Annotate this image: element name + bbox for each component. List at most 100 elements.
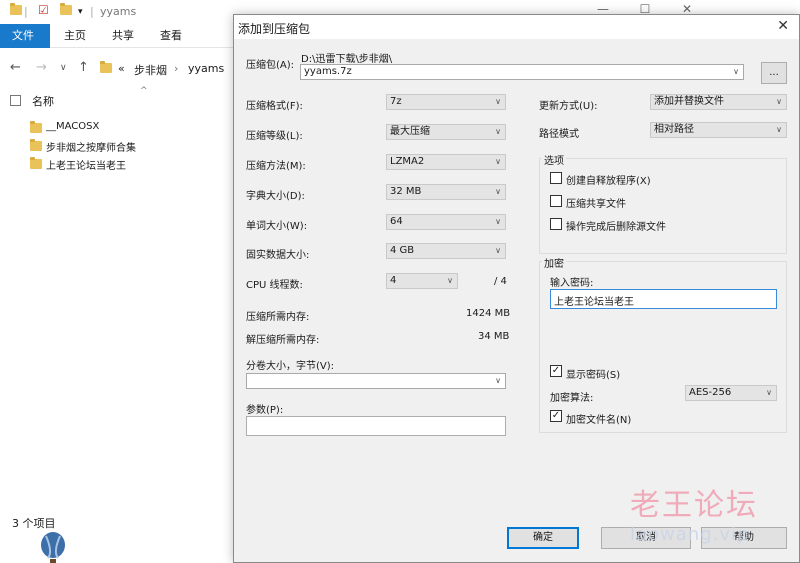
cpu-threads-total: / 4 [494,276,507,287]
password-label: 输入密码: [550,278,594,289]
show-password-label[interactable]: 显示密码(S) [566,366,620,381]
chevron-down-icon: ∨ [495,97,501,106]
folder-icon [30,121,42,133]
ok-button[interactable]: 确定 [507,527,579,549]
cpu-threads-label: CPU 线程数: [246,280,303,291]
solid-size-select[interactable]: 4 GB ∨ [386,243,506,259]
password-input[interactable]: 上老王论坛当老王 [550,289,777,309]
folder-icon [10,3,22,18]
address-folder-icon [100,61,112,76]
split-size-label: 分卷大小，字节(V): [246,361,335,372]
cpu-threads-value: 4 [390,275,397,286]
file-name: 上老王论坛当老王 [46,161,126,172]
archive-label: 压缩包(A): [246,60,295,71]
encrypt-names-label[interactable]: 加密文件名(N) [566,411,631,426]
balloon-icon [41,532,65,563]
encryption-method-value: AES-256 [689,387,732,398]
chevron-down-icon: ∨ [495,217,501,226]
method-select[interactable]: LZMA2 ∨ [386,154,506,170]
up-arrow-icon[interactable]: ↑ [78,60,89,75]
cpu-threads-select[interactable]: 4 ∨ [386,273,458,289]
forward-arrow-icon[interactable]: → [36,60,47,75]
chevron-down-icon: ∨ [447,276,453,285]
method-label: 压缩方法(M): [246,161,306,172]
format-select[interactable]: 7z ∨ [386,94,506,110]
quick-access-dropdown-icon[interactable]: ▾ [78,7,83,17]
path-mode-label: 路径模式 [539,129,579,140]
path-mode-select[interactable]: 相对路径 ∨ [650,122,787,138]
watermark-cn: 老王论坛 [630,488,758,523]
encryption-group-title: 加密 [542,255,566,270]
tab-file[interactable]: 文件 [0,24,50,48]
dialog-title: 添加到压缩包 [238,22,311,36]
decompress-memory-label: 解压缩所需内存: [246,335,320,346]
show-password-checkbox[interactable]: ✓ [550,365,562,377]
parameters-input[interactable] [246,416,506,436]
delete-after-label[interactable]: 操作完成后删除源文件 [566,218,666,233]
chevron-right-icon: › [174,62,179,75]
path-mode-value: 相对路径 [654,124,694,135]
word-size-label: 单词大小(W): [246,221,308,232]
word-size-select[interactable]: 64 ∨ [386,214,506,230]
word-size-value: 64 [390,216,403,227]
folder-icon [30,157,42,169]
watermark: 老王论坛 laowang.vip [630,480,780,550]
recent-dropdown-icon[interactable]: ∨ [60,63,67,73]
chevron-down-icon: ∨ [776,125,782,134]
separator: | [24,5,28,18]
dictionary-select[interactable]: 32 MB ∨ [386,184,506,200]
archive-name-value: yyams.7z [304,66,352,77]
encryption-method-label: 加密算法: [550,393,594,404]
compress-memory-value: 1424 MB [466,308,511,319]
encryption-method-select[interactable]: AES-256 ∨ [685,385,777,401]
solid-size-label: 固实数据大小: [246,250,310,261]
breadcrumb-item[interactable]: 步非烟 [134,62,167,78]
dialog-titlebar: 添加到压缩包 ✕ [234,15,799,39]
sfx-checkbox[interactable] [550,172,562,184]
shared-files-label[interactable]: 压缩共享文件 [566,195,626,210]
column-header-name[interactable]: 名称 ^ [8,86,228,112]
archive-name-combo[interactable]: yyams.7z ∨ [300,64,744,80]
properties-icon[interactable]: ☑ [38,3,49,17]
chevron-down-icon: ∨ [495,187,501,196]
separator: | [90,5,94,18]
update-mode-label: 更新方式(U): [539,101,598,112]
level-label: 压缩等级(L): [246,131,303,142]
encrypt-names-checkbox[interactable]: ✓ [550,410,562,422]
column-name-label: 名称 [32,95,54,108]
update-mode-select[interactable]: 添加并替换文件 ∨ [650,94,787,110]
file-name: __MACOSX [46,121,100,132]
watermark-en: laowang.vip [630,524,750,545]
breadcrumb-item[interactable]: yyams [188,62,224,75]
format-label: 压缩格式(F): [246,101,303,112]
delete-after-checkbox[interactable] [550,218,562,230]
tab-home[interactable]: 主页 [52,24,98,48]
tab-share[interactable]: 共享 [100,24,146,48]
chevron-down-icon: ∨ [495,127,501,136]
explorer-title: yyams [100,5,137,18]
folder-icon [30,139,42,151]
dictionary-value: 32 MB [390,186,422,197]
method-value: LZMA2 [390,156,425,167]
shared-files-checkbox[interactable] [550,195,562,207]
back-arrow-icon[interactable]: ← [10,60,21,75]
chevron-down-icon: ∨ [776,97,782,106]
select-all-checkbox[interactable] [10,95,21,106]
split-size-combo[interactable]: ∨ [246,373,506,389]
close-icon[interactable]: ✕ [777,18,789,34]
decompress-memory-value: 34 MB [478,331,510,342]
format-value: 7z [390,96,402,107]
options-group-title: 选项 [542,152,566,167]
parameters-label: 参数(P): [246,405,284,416]
level-select[interactable]: 最大压缩 ∨ [386,124,506,140]
sort-up-icon: ^ [140,86,148,96]
new-folder-icon[interactable] [60,3,72,18]
breadcrumb-prefix[interactable]: « [118,62,125,75]
update-mode-value: 添加并替换文件 [654,96,724,107]
browse-button[interactable]: ... [761,62,787,84]
solid-size-value: 4 GB [390,245,415,256]
level-value: 最大压缩 [390,126,430,137]
sfx-label[interactable]: 创建自释放程序(X) [566,172,651,187]
chevron-down-icon: ∨ [495,157,501,166]
tab-view[interactable]: 查看 [148,24,194,48]
